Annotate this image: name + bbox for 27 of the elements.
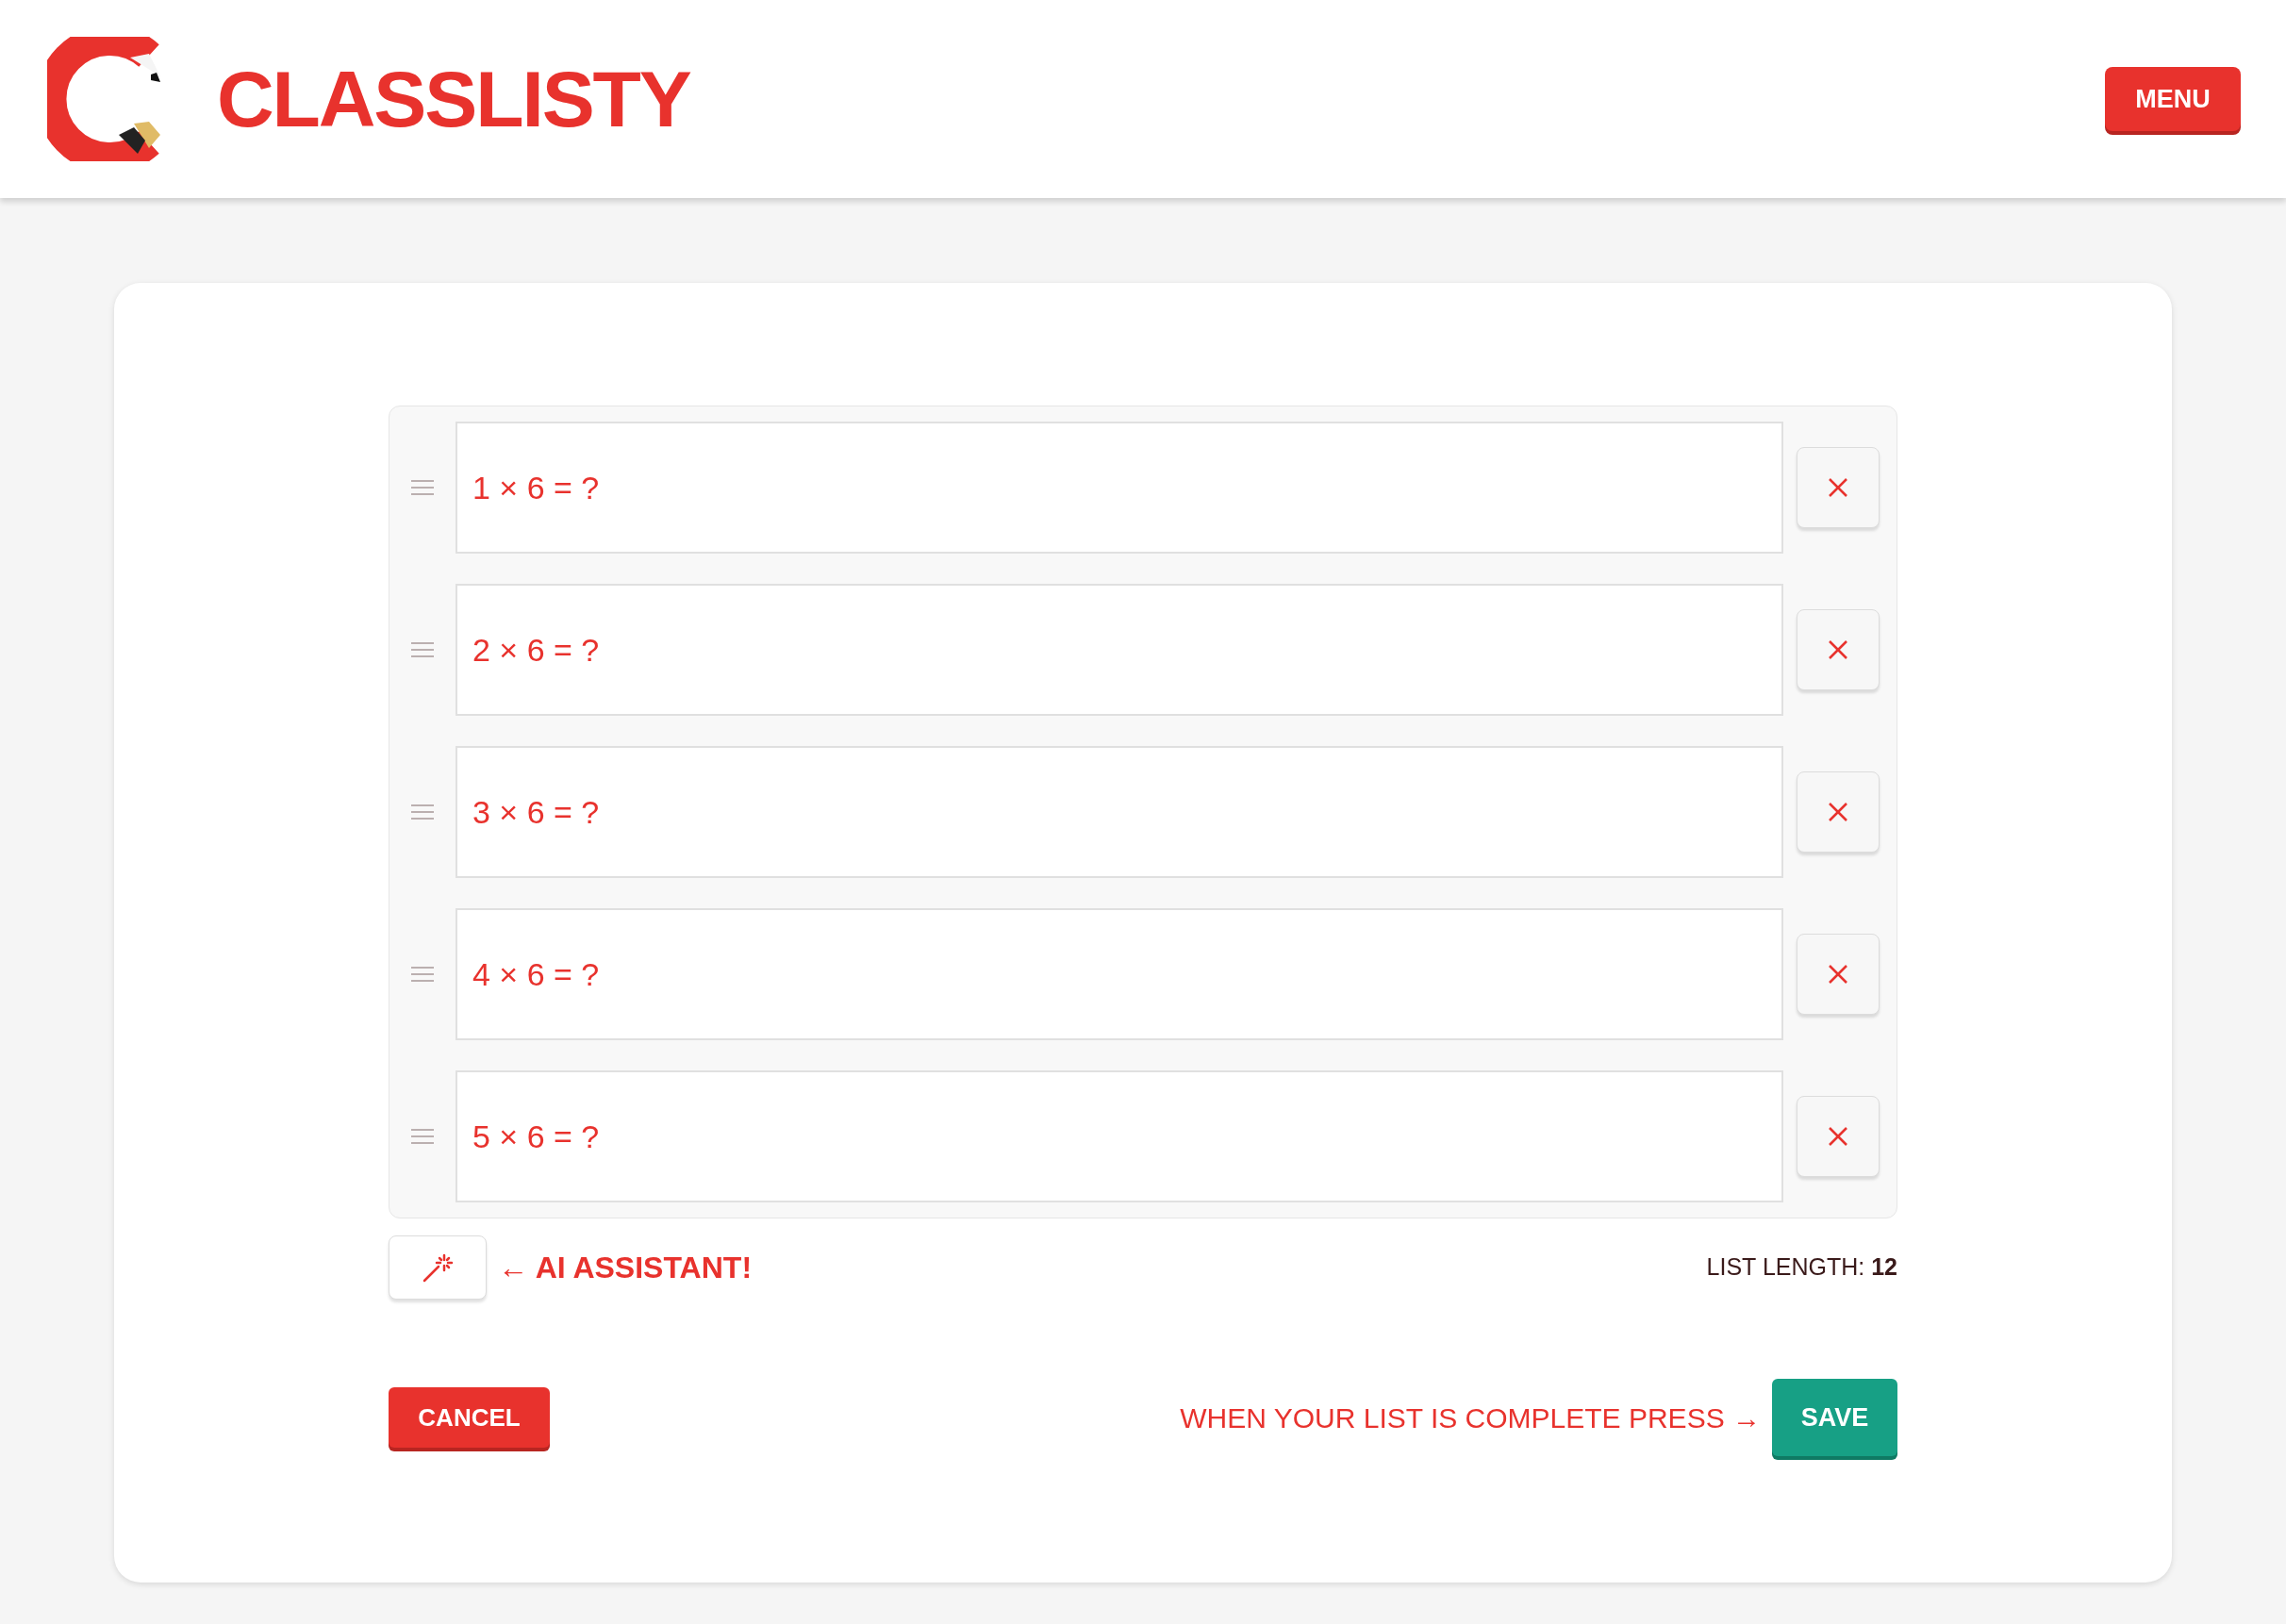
- magic-wand-icon: [422, 1251, 454, 1284]
- brand-name: CLASSLISTY: [217, 54, 690, 145]
- list-length-label: LIST LENGTH:: [1706, 1253, 1865, 1281]
- item-input-field[interactable]: 5 × 6 = ?: [456, 1070, 1783, 1202]
- drag-handle-icon[interactable]: [411, 479, 434, 496]
- delete-button[interactable]: [1797, 609, 1880, 690]
- close-icon: [1828, 1126, 1848, 1147]
- list-length-value: 12: [1871, 1253, 1897, 1281]
- close-icon: [1828, 477, 1848, 498]
- drag-handle-icon[interactable]: [411, 966, 434, 983]
- delete-button[interactable]: [1797, 771, 1880, 853]
- close-icon: [1828, 964, 1848, 985]
- magic-wand-button[interactable]: [389, 1235, 487, 1300]
- drag-handle-icon[interactable]: [411, 804, 434, 820]
- delete-button[interactable]: [1797, 934, 1880, 1015]
- item-input-field[interactable]: 3 × 6 = ?: [456, 746, 1783, 878]
- close-icon: [1828, 802, 1848, 822]
- item-input-field[interactable]: 1 × 6 = ?: [456, 422, 1783, 554]
- item-input-field[interactable]: 2 × 6 = ?: [456, 584, 1783, 716]
- save-hint: WHEN YOUR LIST IS COMPLETE PRESS →: [1180, 1400, 1761, 1435]
- drag-handle-icon[interactable]: [411, 641, 434, 658]
- close-icon: [1828, 639, 1848, 660]
- item-input-field[interactable]: 4 × 6 = ?: [456, 908, 1783, 1040]
- delete-button[interactable]: [1797, 447, 1880, 528]
- delete-button[interactable]: [1797, 1096, 1880, 1177]
- ai-assistant-hint: ← AI ASSISTANT!: [498, 1250, 753, 1286]
- drag-handle-icon[interactable]: [411, 1128, 434, 1145]
